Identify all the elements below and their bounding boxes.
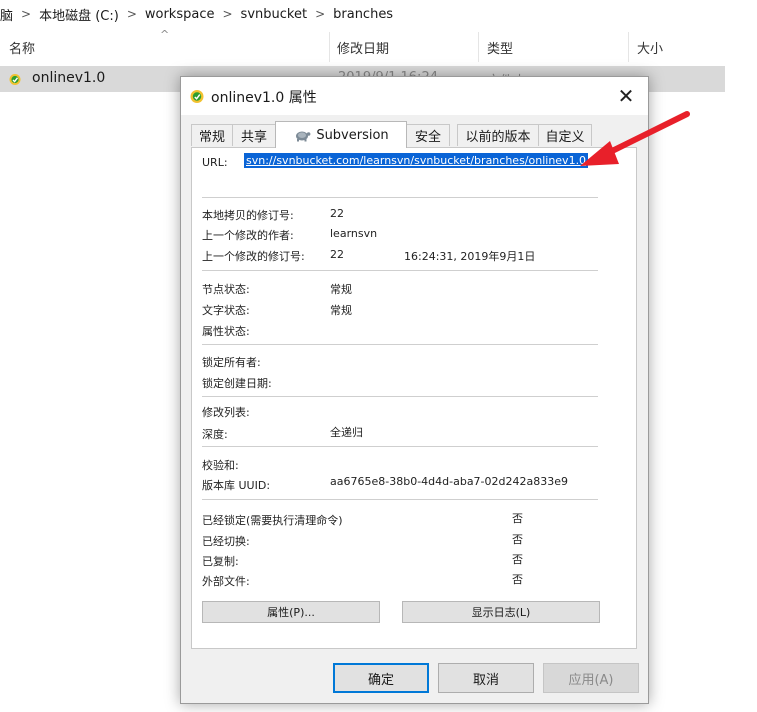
breadcrumb-item-svnbucket[interactable]: svnbucket	[241, 7, 308, 22]
label-last-author: 上一个修改的作者:	[202, 229, 294, 242]
label-lock-date: 锁定创建日期:	[202, 377, 272, 390]
value-local-revision: 22	[330, 207, 344, 220]
column-header-size[interactable]: 大小	[637, 32, 727, 62]
label-checksum: 校验和:	[202, 459, 239, 472]
value-switched: 否	[512, 533, 523, 546]
column-header-date[interactable]: 修改日期	[337, 32, 477, 62]
column-divider[interactable]	[478, 32, 479, 62]
column-divider[interactable]	[628, 32, 629, 62]
label-locked-cleanup: 已经锁定(需要执行清理命令)	[202, 514, 343, 527]
label-property-status: 属性状态:	[202, 325, 250, 338]
value-last-author: learnsvn	[330, 227, 378, 240]
label-changelist: 修改列表:	[202, 406, 250, 419]
separator	[202, 344, 598, 345]
label-node-status: 节点状态:	[202, 283, 250, 296]
separator	[202, 197, 598, 198]
properties-button[interactable]: 属性(P)...	[202, 601, 380, 623]
chevron-right-icon: >	[126, 7, 137, 21]
red-arrow-annotation-icon	[580, 111, 690, 166]
apply-button[interactable]: 应用(A)	[543, 663, 639, 693]
label-switched: 已经切换:	[202, 535, 250, 548]
svn-folder-icon	[9, 74, 21, 85]
column-header-type[interactable]: 类型	[487, 32, 627, 62]
tab-sharing[interactable]: 共享	[232, 124, 276, 146]
chevron-right-icon: >	[21, 7, 32, 21]
value-locked-cleanup: 否	[512, 512, 523, 525]
label-repo-uuid: 版本库 UUID:	[202, 479, 271, 492]
tab-previous-versions[interactable]: 以前的版本	[457, 124, 539, 146]
separator	[202, 270, 598, 271]
label-text-status: 文字状态:	[202, 304, 250, 317]
tab-security[interactable]: 安全	[406, 124, 450, 146]
value-repo-uuid: aa6765e8-38b0-4d4d-aba7-02d242a833e9	[330, 475, 568, 488]
show-log-button[interactable]: 显示日志(L)	[402, 601, 600, 623]
breadcrumb-item-pc[interactable]: 脑	[0, 5, 13, 24]
value-node-status: 常规	[330, 283, 352, 296]
ok-button[interactable]: 确定	[333, 663, 429, 693]
label-lock-owner: 锁定所有者:	[202, 356, 261, 369]
breadcrumb: 脑 > 本地磁盘 (C:) > workspace > svnbucket > …	[0, 0, 757, 28]
separator	[202, 499, 598, 500]
file-name[interactable]: onlinev1.0	[32, 70, 105, 86]
value-last-revision: 22	[330, 248, 344, 261]
separator	[202, 446, 598, 447]
breadcrumb-item-branches[interactable]: branches	[333, 7, 393, 22]
chevron-right-icon: >	[222, 7, 233, 21]
separator	[202, 396, 598, 397]
column-header-name[interactable]: 名称	[9, 32, 329, 62]
value-depth: 全递归	[330, 426, 363, 439]
breadcrumb-item-drive[interactable]: 本地磁盘 (C:)	[39, 5, 119, 24]
subversion-panel: URL: svn://svnbucket.com/learnsvn/svnbuc…	[191, 147, 637, 649]
value-last-revision-date: 16:24:31, 2019年9月1日	[404, 250, 536, 263]
tab-subversion[interactable]: Subversion	[275, 121, 407, 148]
label-copied: 已复制:	[202, 555, 239, 568]
label-depth: 深度:	[202, 428, 228, 441]
label-local-revision: 本地拷贝的修订号:	[202, 209, 294, 222]
url-text: svn://svnbucket.com/learnsvn/svnbucket/b…	[246, 154, 587, 167]
label-externals: 外部文件:	[202, 575, 250, 588]
chevron-right-icon: >	[315, 7, 326, 21]
column-divider[interactable]	[329, 32, 330, 62]
url-label: URL:	[202, 156, 228, 169]
value-externals: 否	[512, 573, 523, 586]
breadcrumb-item-workspace[interactable]: workspace	[145, 7, 215, 22]
turtle-icon	[296, 131, 311, 142]
tab-general[interactable]: 常规	[191, 124, 233, 146]
tab-subversion-label: Subversion	[316, 127, 389, 143]
cancel-button[interactable]: 取消	[438, 663, 534, 693]
dialog-title: onlinev1.0 属性	[211, 90, 317, 106]
value-copied: 否	[512, 553, 523, 566]
url-value[interactable]: svn://svnbucket.com/learnsvn/svnbucket/b…	[244, 153, 589, 168]
value-text-status: 常规	[330, 304, 352, 317]
svn-folder-icon	[190, 90, 204, 103]
label-last-revision: 上一个修改的修订号:	[202, 250, 305, 263]
